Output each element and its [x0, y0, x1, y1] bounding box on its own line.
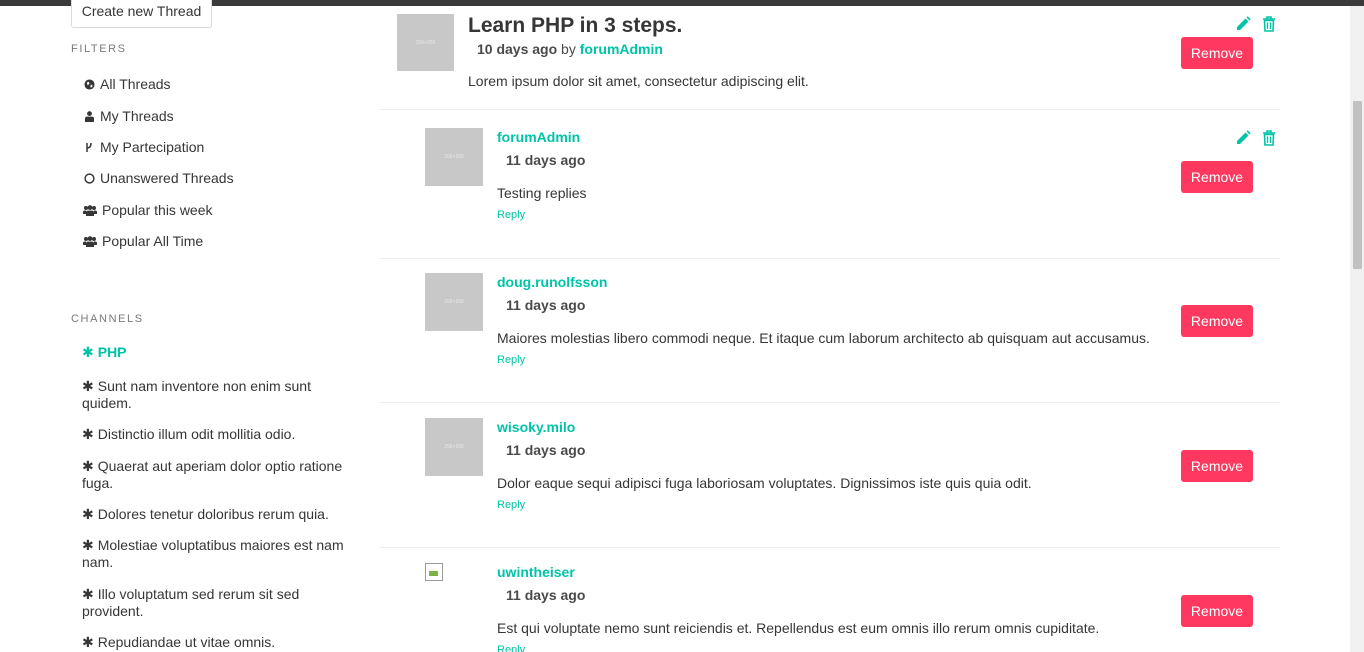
- reply-user-link[interactable]: wisoky.milo: [497, 419, 575, 435]
- vertical-scrollbar[interactable]: [1350, 6, 1364, 652]
- channel-item[interactable]: ✱ Dolores tenetur doloribus rerum quia.: [82, 506, 344, 523]
- reply-body: Est qui voluptate nemo sunt reiciendis e…: [497, 620, 1100, 636]
- channel-label: Repudiandae ut vitae omnis.: [97, 634, 276, 650]
- reply-time: 11 days ago: [506, 152, 586, 168]
- edit-icon[interactable]: [1235, 129, 1251, 147]
- thread-by: by: [561, 41, 576, 57]
- users-icon: [83, 235, 97, 247]
- trash-icon[interactable]: [1261, 129, 1277, 147]
- reply-link[interactable]: Reply: [497, 354, 525, 366]
- reply-remove-button[interactable]: Remove: [1181, 161, 1253, 193]
- channel-label: Dolores tenetur doloribus rerum quia.: [97, 506, 329, 522]
- asterisk-icon: ✱: [82, 634, 94, 650]
- channel-item[interactable]: ✱ Sunt nam inventore non enim sunt quidem…: [82, 378, 344, 412]
- reply-link[interactable]: Reply: [497, 644, 525, 652]
- channel-label: Molestiae voluptatibus maiores est nam n…: [82, 537, 344, 570]
- reply-time: 11 days ago: [506, 587, 586, 603]
- reply-remove-button[interactable]: Remove: [1181, 595, 1253, 627]
- divider: [379, 402, 1280, 403]
- divider: [379, 258, 1280, 259]
- code-fork-icon: [83, 141, 95, 153]
- reply-body: Testing replies: [497, 185, 587, 201]
- thread-time: 10 days ago: [477, 41, 558, 57]
- thread-title: Learn PHP in 3 steps.: [468, 14, 683, 37]
- thread-meta: 10 days ago by forumAdmin: [477, 41, 663, 57]
- globe-icon: [83, 78, 95, 90]
- channel-label: Sunt nam inventore non enim sunt quidem.: [82, 378, 311, 411]
- filter-label: All Threads: [100, 76, 171, 92]
- channel-label: PHP: [97, 344, 127, 360]
- filter-my-partecipation[interactable]: My Partecipation: [83, 139, 204, 155]
- filter-popular-this-week[interactable]: Popular this week: [83, 202, 213, 218]
- asterisk-icon: ✱: [82, 378, 94, 394]
- reply-remove-button[interactable]: Remove: [1181, 305, 1253, 337]
- channel-label: Distinctio illum odit mollitia odio.: [97, 426, 296, 442]
- scrollbar-thumb[interactable]: [1353, 101, 1362, 269]
- thread-body: Lorem ipsum dolor sit amet, consectetur …: [468, 73, 809, 89]
- asterisk-icon: ✱: [82, 506, 94, 522]
- channel-item[interactable]: ✱ Molestiae voluptatibus maiores est nam …: [82, 537, 344, 571]
- thread-avatar: 256×256: [397, 14, 454, 71]
- broken-image-icon: [425, 563, 443, 581]
- filter-label: Unanswered Threads: [100, 170, 234, 186]
- asterisk-icon: ✱: [82, 426, 94, 442]
- channels-heading: CHANNELS: [71, 313, 144, 325]
- channel-item[interactable]: ✱ Illo voluptatum sed rerum sit sed provi…: [82, 586, 344, 620]
- asterisk-icon: ✱: [82, 586, 94, 602]
- asterisk-icon: ✱: [82, 344, 94, 360]
- reply-avatar: 256×256: [425, 128, 483, 186]
- divider: [379, 109, 1280, 110]
- reply-link[interactable]: Reply: [497, 499, 525, 511]
- reply-user-link[interactable]: doug.runolfsson: [497, 274, 607, 290]
- trash-icon[interactable]: [1261, 15, 1277, 33]
- asterisk-icon: ✱: [82, 458, 94, 474]
- asterisk-icon: ✱: [82, 537, 94, 553]
- circle-icon: [83, 172, 95, 184]
- filter-popular-all-time[interactable]: Popular All Time: [83, 233, 203, 249]
- reply-body: Maiores molestias libero commodi neque. …: [497, 330, 1150, 346]
- channel-item[interactable]: ✱ Distinctio illum odit mollitia odio.: [82, 426, 344, 443]
- channel-label: Quaerat aut aperiam dolor optio ratione …: [82, 458, 343, 491]
- edit-icon[interactable]: [1235, 15, 1251, 33]
- users-icon: [83, 204, 97, 216]
- thread-remove-button[interactable]: Remove: [1181, 37, 1253, 69]
- reply-item: 256×256 wisoky.milo 11 days ago Dolor ea…: [425, 418, 1280, 558]
- divider: [379, 547, 1280, 548]
- create-thread-button[interactable]: Create new Thread: [71, 0, 212, 28]
- reply-remove-button[interactable]: Remove: [1181, 450, 1253, 482]
- reply-user-link[interactable]: uwintheiser: [497, 564, 575, 580]
- reply-time: 11 days ago: [506, 442, 586, 458]
- channel-item[interactable]: ✱ Quaerat aut aperiam dolor optio ratione…: [82, 458, 344, 492]
- user-icon: [83, 110, 95, 122]
- filter-unanswered-threads[interactable]: Unanswered Threads: [83, 170, 234, 186]
- filter-label: My Threads: [100, 108, 174, 124]
- reply-body: Dolor eaque sequi adipisci fuga laborios…: [497, 475, 1032, 491]
- thread-header: 256×256 Learn PHP in 3 steps. 10 days ag…: [397, 14, 1275, 104]
- reply-user-link[interactable]: forumAdmin: [497, 129, 580, 145]
- thread-author-link[interactable]: forumAdmin: [580, 41, 663, 57]
- filter-my-threads[interactable]: My Threads: [83, 108, 174, 124]
- reply-item: 256×256 doug.runolfsson 11 days ago Maio…: [425, 273, 1280, 413]
- reply-avatar: 256×256: [425, 418, 483, 476]
- reply-avatar: 256×256: [425, 273, 483, 331]
- reply-item: 256×256 forumAdmin 11 days ago Testing r…: [425, 128, 1280, 268]
- reply-item: uwintheiser 11 days ago Est qui voluptat…: [425, 563, 1280, 652]
- channel-php[interactable]: ✱ PHP: [82, 344, 344, 361]
- channel-item[interactable]: ✱ Repudiandae ut vitae omnis.: [82, 634, 344, 651]
- filter-label: Popular this week: [102, 202, 213, 218]
- reply-link[interactable]: Reply: [497, 209, 525, 221]
- filter-label: Popular All Time: [102, 233, 204, 249]
- channel-label: Illo voluptatum sed rerum sit sed provid…: [82, 586, 300, 619]
- filter-all-threads[interactable]: All Threads: [83, 76, 171, 92]
- filter-label: My Partecipation: [100, 139, 205, 155]
- reply-time: 11 days ago: [506, 297, 586, 313]
- filters-heading: FILTERS: [71, 43, 127, 55]
